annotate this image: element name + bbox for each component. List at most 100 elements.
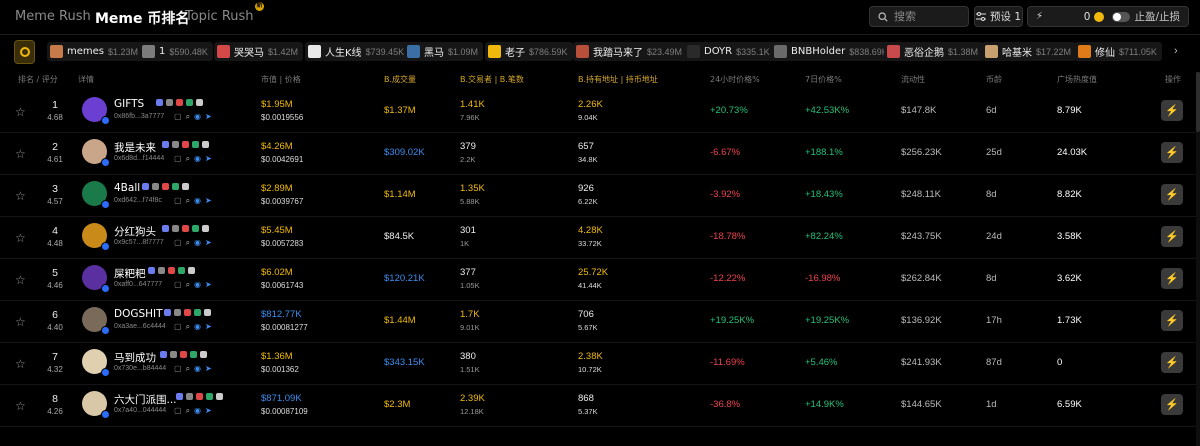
ticker-chip[interactable]: 黑马 $1.09M bbox=[404, 42, 484, 61]
search-input[interactable] bbox=[894, 10, 964, 23]
telegram-icon[interactable]: ➤ bbox=[205, 238, 212, 248]
telegram-icon[interactable]: ➤ bbox=[205, 154, 212, 164]
col-mc-price[interactable]: 市值 | 价格 bbox=[261, 74, 301, 85]
token-avatar[interactable] bbox=[82, 139, 110, 167]
quick-buy-button[interactable]: ⚡ bbox=[1161, 310, 1183, 331]
token-avatar[interactable] bbox=[82, 349, 110, 377]
contract-address[interactable]: 0x86fb...3a7777 bbox=[114, 113, 164, 120]
user-icon[interactable]: ◉ bbox=[194, 112, 201, 122]
contract-address[interactable]: 0x730e...b84444 bbox=[114, 365, 166, 372]
ticker-chip[interactable]: 修仙 $711.05K bbox=[1075, 42, 1162, 61]
token-name[interactable]: 4Ball bbox=[114, 182, 140, 194]
quick-buy-button[interactable]: ⚡ bbox=[1161, 100, 1183, 121]
token-name[interactable]: 屎粑粑 bbox=[114, 266, 146, 281]
search-icon[interactable]: ⌕ bbox=[186, 406, 190, 416]
scrollbar-thumb[interactable] bbox=[1196, 72, 1200, 132]
user-icon[interactable]: ◉ bbox=[194, 280, 201, 290]
stop-toggle[interactable] bbox=[1112, 11, 1131, 22]
ticker-chip[interactable]: 老子 $786.59K bbox=[485, 42, 573, 61]
table-row[interactable]: ☆ 4 4.48 分红狗头 0x9c57...8f7777 ▢ ⌕ ◉ ➤ $5.45M $0.00… bbox=[0, 217, 1200, 259]
ticker-chip[interactable]: BNBHolder $838.69K bbox=[771, 42, 893, 61]
quick-buy-button[interactable]: ⚡ bbox=[1161, 268, 1183, 289]
copy-icon[interactable]: ▢ bbox=[174, 364, 182, 374]
user-icon[interactable]: ◉ bbox=[194, 364, 201, 374]
contract-address[interactable]: 0x9c57...8f7777 bbox=[114, 239, 164, 246]
preset-button[interactable]: 预设 1 bbox=[974, 6, 1023, 27]
table-row[interactable]: ☆ 8 4.26 六大门派围... 0x7a40...044444 ▢ ⌕ ◉ ➤ $871.09… bbox=[0, 385, 1200, 427]
token-avatar[interactable] bbox=[82, 391, 110, 419]
col-heat[interactable]: 广场热度值 bbox=[1057, 74, 1097, 85]
table-row[interactable]: ☆ 5 4.46 屎粑粑 0xaff0...647777 ▢ ⌕ ◉ ➤ $6.02M $0.006… bbox=[0, 259, 1200, 301]
col-liquidity[interactable]: 流动性 bbox=[901, 74, 925, 85]
amount-value[interactable]: 0 bbox=[1084, 11, 1091, 23]
user-icon[interactable]: ◉ bbox=[194, 196, 201, 206]
ticker-chip[interactable]: memes $1.23M bbox=[47, 42, 144, 61]
telegram-icon[interactable]: ➤ bbox=[205, 112, 212, 122]
search-icon[interactable]: ⌕ bbox=[186, 322, 190, 332]
contract-address[interactable]: 0x6d8d...f14444 bbox=[114, 155, 164, 162]
copy-icon[interactable]: ▢ bbox=[174, 154, 182, 164]
token-avatar[interactable] bbox=[82, 307, 110, 335]
search-icon[interactable]: ⌕ bbox=[186, 196, 190, 206]
table-row[interactable]: ☆ 6 4.40 DOGSHIT 0xa3ae...6c4444 ▢ ⌕ ◉ ➤ $812.77K… bbox=[0, 301, 1200, 343]
user-icon[interactable]: ◉ bbox=[194, 238, 201, 248]
token-name[interactable]: DOGSHIT bbox=[114, 308, 163, 320]
search-icon[interactable]: ⌕ bbox=[186, 280, 190, 290]
col-age[interactable]: 币龄 bbox=[986, 74, 1002, 85]
col-change-24h[interactable]: 24小时价格% bbox=[710, 74, 760, 85]
copy-icon[interactable]: ▢ bbox=[174, 280, 182, 290]
quick-buy-button[interactable]: ⚡ bbox=[1161, 394, 1183, 415]
chevron-right-icon[interactable]: › bbox=[1174, 45, 1178, 57]
token-name[interactable]: GIFTS bbox=[114, 98, 144, 110]
contract-address[interactable]: 0xd642...f74f8c bbox=[114, 197, 162, 204]
favorite-star-icon[interactable]: ☆ bbox=[15, 147, 26, 161]
token-avatar[interactable] bbox=[82, 97, 110, 125]
favorite-star-icon[interactable]: ☆ bbox=[15, 315, 26, 329]
ticker-chip[interactable]: 哈基米 $17.22M bbox=[982, 42, 1077, 61]
search-icon[interactable]: ⌕ bbox=[186, 238, 190, 248]
token-avatar[interactable] bbox=[82, 265, 110, 293]
telegram-icon[interactable]: ➤ bbox=[205, 322, 212, 332]
telegram-icon[interactable]: ➤ bbox=[205, 196, 212, 206]
favorite-star-icon[interactable]: ☆ bbox=[15, 105, 26, 119]
quick-buy-box[interactable]: ⚡ 0 止盈/止损 bbox=[1027, 6, 1189, 27]
col-holders[interactable]: B.持有地址 | 持币地址 bbox=[578, 74, 658, 85]
search-box[interactable] bbox=[869, 6, 969, 27]
ticker-chip[interactable]: 恶俗企鹅 $1.38M bbox=[884, 42, 984, 61]
contract-address[interactable]: 0xaff0...647777 bbox=[114, 281, 162, 288]
col-trades[interactable]: B.交易者 | B.笔数 bbox=[460, 74, 524, 85]
token-name[interactable]: 六大门派围... bbox=[114, 392, 177, 407]
user-icon[interactable]: ◉ bbox=[194, 406, 201, 416]
favorite-star-icon[interactable]: ☆ bbox=[15, 231, 26, 245]
contract-address[interactable]: 0xa3ae...6c4444 bbox=[114, 323, 166, 330]
table-row[interactable]: ☆ 7 4.32 马到成功 0x730e...b84444 ▢ ⌕ ◉ ➤ $1.36M $0.00… bbox=[0, 343, 1200, 385]
ticker-chip[interactable]: DOYR $335.1K bbox=[684, 42, 775, 61]
copy-icon[interactable]: ▢ bbox=[174, 196, 182, 206]
user-icon[interactable]: ◉ bbox=[194, 322, 201, 332]
tab-meme-ranking[interactable]: Meme 币排名 bbox=[95, 8, 189, 28]
table-row[interactable]: ☆ 1 4.68 GIFTS 0x86fb...3a7777 ▢ ⌕ ◉ ➤ $1.95M $0.0… bbox=[0, 91, 1200, 133]
telegram-icon[interactable]: ➤ bbox=[205, 364, 212, 374]
quick-buy-button[interactable]: ⚡ bbox=[1161, 226, 1183, 247]
token-avatar[interactable] bbox=[82, 223, 110, 251]
copy-icon[interactable]: ▢ bbox=[174, 322, 182, 332]
ticker-chip[interactable]: 人生K线 $739.45K bbox=[305, 42, 410, 61]
col-rank[interactable]: 排名 / 评分 bbox=[18, 74, 58, 85]
search-icon[interactable]: ⌕ bbox=[186, 154, 190, 164]
quick-buy-button[interactable]: ⚡ bbox=[1161, 184, 1183, 205]
favorite-star-icon[interactable]: ☆ bbox=[15, 273, 26, 287]
ticker-chip[interactable]: 我踏马来了 $23.49M bbox=[573, 42, 688, 61]
tab-topic-rush[interactable]: Topic Rush bbox=[185, 9, 254, 24]
tab-meme-rush[interactable]: Meme Rush bbox=[15, 9, 91, 24]
token-name[interactable]: 我是未来 bbox=[114, 140, 156, 155]
copy-icon[interactable]: ▢ bbox=[174, 238, 182, 248]
table-row[interactable]: ☆ 2 4.61 我是未来 0x6d8d...f14444 ▢ ⌕ ◉ ➤ $4.26M $0.00… bbox=[0, 133, 1200, 175]
ticker-logo-icon[interactable] bbox=[14, 40, 35, 64]
ticker-chip[interactable]: 1 $590.48K bbox=[139, 42, 213, 61]
user-icon[interactable]: ◉ bbox=[194, 154, 201, 164]
quick-buy-button[interactable]: ⚡ bbox=[1161, 352, 1183, 373]
telegram-icon[interactable]: ➤ bbox=[205, 280, 212, 290]
quick-buy-button[interactable]: ⚡ bbox=[1161, 142, 1183, 163]
favorite-star-icon[interactable]: ☆ bbox=[15, 357, 26, 371]
favorite-star-icon[interactable]: ☆ bbox=[15, 399, 26, 413]
